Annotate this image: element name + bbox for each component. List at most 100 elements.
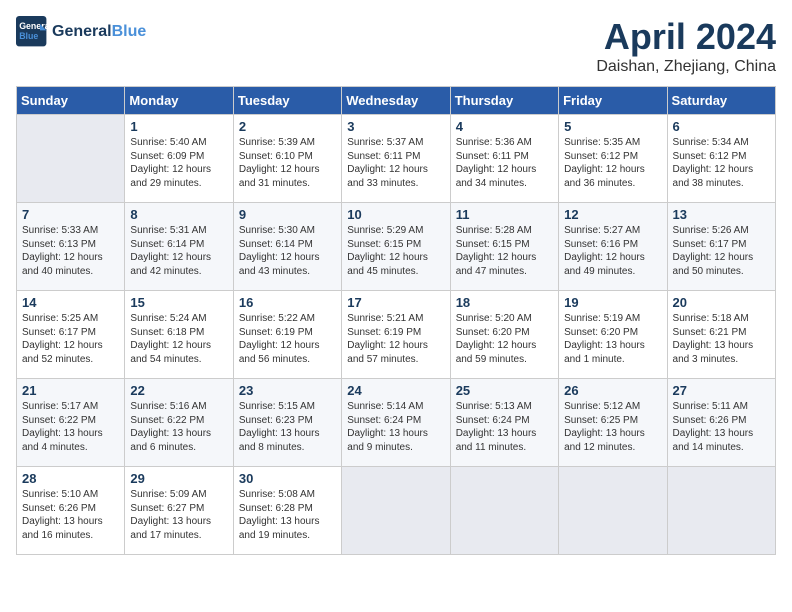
calendar-cell: 11 Sunrise: 5:28 AM Sunset: 6:15 PM Dayli…: [450, 203, 558, 291]
calendar-cell: 5Sunrise: 5:35 AM Sunset: 6:12 PM Daylig…: [559, 115, 667, 203]
day-number: 19: [564, 295, 661, 310]
calendar-cell: 2 Sunrise: 5:39 AM Sunset: 6:10 PM Daylig…: [233, 115, 341, 203]
calendar-cell: 7 Sunrise: 5:33 AM Sunset: 6:13 PM Daylig…: [17, 203, 125, 291]
day-info: Sunrise: 5:35 AM Sunset: 6:12 PM Dayligh…: [564, 136, 661, 190]
calendar-cell: 20 Sunrise: 5:18 AM Sunset: 6:21 PM Dayli…: [667, 291, 775, 379]
header-row: SundayMondayTuesdayWednesdayThursdayFrid…: [17, 87, 776, 115]
title-block: April 2024 Daishan, Zhejiang, China: [596, 16, 776, 76]
day-info: Sunrise: 5:30 AM Sunset: 6:14 PM Dayligh…: [239, 224, 336, 278]
logo-icon: General Blue: [16, 16, 48, 48]
calendar-table: SundayMondayTuesdayWednesdayThursdayFrid…: [16, 86, 776, 555]
day-info: Sunrise: 5:28 AM Sunset: 6:15 PM Dayligh…: [456, 224, 553, 278]
calendar-cell: 1 Sunrise: 5:40 AM Sunset: 6:09 PM Daylig…: [125, 115, 233, 203]
day-info: Sunrise: 5:16 AM Sunset: 6:22 PM Dayligh…: [130, 400, 227, 454]
page-header: General Blue GeneralBlue April 2024 Dais…: [16, 16, 776, 76]
day-info: Sunrise: 5:36 AM Sunset: 6:11 PM Dayligh…: [456, 136, 553, 190]
day-info: Sunrise: 5:29 AM Sunset: 6:15 PM Dayligh…: [347, 224, 444, 278]
calendar-cell: 12 Sunrise: 5:27 AM Sunset: 6:16 PM Dayli…: [559, 203, 667, 291]
calendar-cell: [667, 467, 775, 555]
day-info: Sunrise: 5:17 AM Sunset: 6:22 PM Dayligh…: [22, 400, 119, 454]
day-number: 14: [22, 295, 119, 310]
day-info: Sunrise: 5:40 AM Sunset: 6:09 PM Dayligh…: [130, 136, 227, 190]
calendar-cell: 4 Sunrise: 5:36 AM Sunset: 6:11 PM Daylig…: [450, 115, 558, 203]
day-number: 15: [130, 295, 227, 310]
calendar-cell: [450, 467, 558, 555]
column-header-wednesday: Wednesday: [342, 87, 450, 115]
column-header-thursday: Thursday: [450, 87, 558, 115]
day-number: 22: [130, 383, 227, 398]
day-number: 2: [239, 119, 336, 134]
day-info: Sunrise: 5:24 AM Sunset: 6:18 PM Dayligh…: [130, 312, 227, 366]
day-number: 18: [456, 295, 553, 310]
day-info: Sunrise: 5:27 AM Sunset: 6:16 PM Dayligh…: [564, 224, 661, 278]
calendar-cell: 30 Sunrise: 5:08 AM Sunset: 6:28 PM Dayli…: [233, 467, 341, 555]
day-info: Sunrise: 5:37 AM Sunset: 6:11 PM Dayligh…: [347, 136, 444, 190]
day-info: Sunrise: 5:26 AM Sunset: 6:17 PM Dayligh…: [673, 224, 770, 278]
month-title: April 2024: [596, 16, 776, 58]
calendar-cell: 28 Sunrise: 5:10 AM Sunset: 6:26 PM Dayli…: [17, 467, 125, 555]
day-number: 24: [347, 383, 444, 398]
calendar-cell: 27Sunrise: 5:11 AM Sunset: 6:26 PM Dayli…: [667, 379, 775, 467]
logo: General Blue GeneralBlue: [16, 16, 146, 48]
day-number: 7: [22, 207, 119, 222]
day-number: 20: [673, 295, 770, 310]
column-header-tuesday: Tuesday: [233, 87, 341, 115]
column-header-monday: Monday: [125, 87, 233, 115]
day-number: 13: [673, 207, 770, 222]
day-info: Sunrise: 5:31 AM Sunset: 6:14 PM Dayligh…: [130, 224, 227, 278]
calendar-week-3: 14Sunrise: 5:25 AM Sunset: 6:17 PM Dayli…: [17, 291, 776, 379]
calendar-cell: 16Sunrise: 5:22 AM Sunset: 6:19 PM Dayli…: [233, 291, 341, 379]
calendar-cell: 26Sunrise: 5:12 AM Sunset: 6:25 PM Dayli…: [559, 379, 667, 467]
calendar-cell: 15 Sunrise: 5:24 AM Sunset: 6:18 PM Dayli…: [125, 291, 233, 379]
day-number: 30: [239, 471, 336, 486]
calendar-cell: 29 Sunrise: 5:09 AM Sunset: 6:27 PM Dayli…: [125, 467, 233, 555]
day-number: 29: [130, 471, 227, 486]
column-header-saturday: Saturday: [667, 87, 775, 115]
day-info: Sunrise: 5:39 AM Sunset: 6:10 PM Dayligh…: [239, 136, 336, 190]
day-number: 17: [347, 295, 444, 310]
day-number: 28: [22, 471, 119, 486]
calendar-week-2: 7 Sunrise: 5:33 AM Sunset: 6:13 PM Daylig…: [17, 203, 776, 291]
calendar-cell: [559, 467, 667, 555]
day-number: 27: [673, 383, 770, 398]
day-info: Sunrise: 5:10 AM Sunset: 6:26 PM Dayligh…: [22, 488, 119, 542]
calendar-week-5: 28 Sunrise: 5:10 AM Sunset: 6:26 PM Dayli…: [17, 467, 776, 555]
day-info: Sunrise: 5:18 AM Sunset: 6:21 PM Dayligh…: [673, 312, 770, 366]
day-info: Sunrise: 5:21 AM Sunset: 6:19 PM Dayligh…: [347, 312, 444, 366]
calendar-cell: 8 Sunrise: 5:31 AM Sunset: 6:14 PM Daylig…: [125, 203, 233, 291]
day-number: 4: [456, 119, 553, 134]
day-number: 26: [564, 383, 661, 398]
day-number: 16: [239, 295, 336, 310]
day-info: Sunrise: 5:34 AM Sunset: 6:12 PM Dayligh…: [673, 136, 770, 190]
svg-text:Blue: Blue: [19, 31, 38, 41]
day-number: 9: [239, 207, 336, 222]
day-info: Sunrise: 5:33 AM Sunset: 6:13 PM Dayligh…: [22, 224, 119, 278]
day-info: Sunrise: 5:15 AM Sunset: 6:23 PM Dayligh…: [239, 400, 336, 454]
day-info: Sunrise: 5:08 AM Sunset: 6:28 PM Dayligh…: [239, 488, 336, 542]
calendar-cell: [342, 467, 450, 555]
calendar-cell: 17 Sunrise: 5:21 AM Sunset: 6:19 PM Dayli…: [342, 291, 450, 379]
day-number: 8: [130, 207, 227, 222]
day-number: 1: [130, 119, 227, 134]
calendar-cell: 9 Sunrise: 5:30 AM Sunset: 6:14 PM Daylig…: [233, 203, 341, 291]
calendar-cell: 21 Sunrise: 5:17 AM Sunset: 6:22 PM Dayli…: [17, 379, 125, 467]
calendar-cell: 24 Sunrise: 5:14 AM Sunset: 6:24 PM Dayli…: [342, 379, 450, 467]
calendar-cell: 6Sunrise: 5:34 AM Sunset: 6:12 PM Daylig…: [667, 115, 775, 203]
location: Daishan, Zhejiang, China: [596, 58, 776, 76]
calendar-cell: 18Sunrise: 5:20 AM Sunset: 6:20 PM Dayli…: [450, 291, 558, 379]
day-info: Sunrise: 5:09 AM Sunset: 6:27 PM Dayligh…: [130, 488, 227, 542]
day-number: 12: [564, 207, 661, 222]
day-number: 11: [456, 207, 553, 222]
day-info: Sunrise: 5:14 AM Sunset: 6:24 PM Dayligh…: [347, 400, 444, 454]
day-number: 3: [347, 119, 444, 134]
calendar-cell: [17, 115, 125, 203]
calendar-cell: 19 Sunrise: 5:19 AM Sunset: 6:20 PM Dayli…: [559, 291, 667, 379]
calendar-week-1: 1 Sunrise: 5:40 AM Sunset: 6:09 PM Daylig…: [17, 115, 776, 203]
logo-text: GeneralBlue: [52, 23, 146, 41]
calendar-cell: 10 Sunrise: 5:29 AM Sunset: 6:15 PM Dayli…: [342, 203, 450, 291]
day-info: Sunrise: 5:19 AM Sunset: 6:20 PM Dayligh…: [564, 312, 661, 366]
calendar-week-4: 21 Sunrise: 5:17 AM Sunset: 6:22 PM Dayli…: [17, 379, 776, 467]
day-number: 21: [22, 383, 119, 398]
day-number: 10: [347, 207, 444, 222]
calendar-cell: 13 Sunrise: 5:26 AM Sunset: 6:17 PM Dayli…: [667, 203, 775, 291]
